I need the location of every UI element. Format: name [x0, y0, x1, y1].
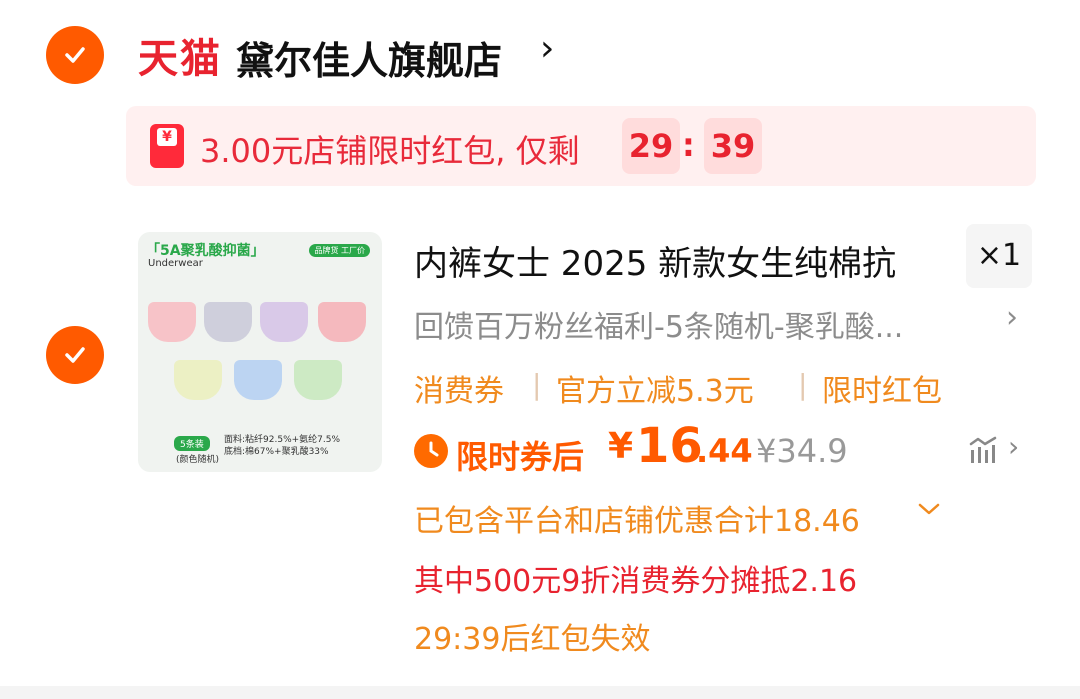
price-currency: ¥ — [608, 426, 634, 467]
product-image[interactable]: 「5A聚乳酸抑菌」 Underwear 品牌货 工厂价 5条装 (颜色随机) 面… — [138, 232, 382, 472]
fabric-info: 面料:粘纤92.5%+氨纶7.5% 底档:棉67%+聚乳酸33% — [224, 435, 341, 457]
coupon-tag: 官方立减5.3元 — [556, 374, 754, 409]
tmall-logo: 天猫 — [138, 36, 222, 82]
price-decimal: .44 — [696, 432, 753, 470]
price-integer: 16 — [636, 418, 703, 474]
original-price: ¥34.9 — [756, 432, 848, 470]
chevron-down-icon[interactable] — [916, 500, 942, 518]
image-subtitle: Underwear — [148, 258, 203, 269]
expire-text: 29:39后红包失效 — [414, 622, 651, 657]
image-tag: 「5A聚乳酸抑菌」 — [146, 243, 265, 259]
coupon-divider: | — [532, 368, 542, 401]
quantity-selector[interactable]: ×1 — [966, 224, 1032, 288]
checkmark-icon — [65, 347, 85, 363]
sku-selector[interactable]: 回馈百万粉丝福利-5条随机-聚乳酸... — [414, 302, 903, 346]
coupon-tag: 消费券 — [414, 374, 504, 409]
chevron-right-icon[interactable]: › — [540, 28, 554, 69]
store-select-checkbox[interactable] — [46, 26, 104, 84]
pack-badge: 5条装 — [174, 436, 210, 451]
section-divider — [0, 686, 1080, 699]
checkmark-icon — [65, 47, 85, 63]
image-badge: 品牌货 工厂价 — [309, 244, 370, 257]
briefs-yellow — [174, 360, 222, 400]
chevron-right-icon[interactable]: › — [1006, 300, 1018, 335]
briefs-green — [294, 360, 342, 400]
briefs-pink — [148, 302, 196, 342]
chevron-right-icon[interactable]: › — [1008, 430, 1019, 463]
price-trend-icon[interactable] — [968, 436, 998, 466]
briefs-gray — [204, 302, 252, 342]
red-envelope-icon: ¥ — [150, 124, 184, 168]
briefs-blue — [234, 360, 282, 400]
discount-summary[interactable]: 已包含平台和店铺优惠合计18.46 — [414, 496, 860, 540]
store-name-link[interactable]: 黛尔佳人旗舰店 — [236, 30, 502, 85]
promo-text: 3.00元店铺限时红包, 仅剩 — [200, 132, 580, 170]
countdown-separator: : — [682, 126, 695, 164]
price-label: 限时券后 — [456, 438, 585, 476]
product-select-checkbox[interactable] — [46, 326, 104, 384]
product-title[interactable]: 内裤女士 2025 新款女生纯棉抗 — [414, 236, 896, 285]
countdown-seconds: 39 — [704, 118, 762, 174]
coupon-divider: | — [798, 368, 808, 401]
countdown-minutes: 29 — [622, 118, 680, 174]
coupon-split-text: 其中500元9折消费券分摊抵2.16 — [414, 564, 858, 599]
coupon-tag: 限时红包 — [822, 374, 942, 409]
clock-icon — [414, 434, 448, 468]
pack-note: (颜色随机) — [176, 455, 220, 465]
briefs-rose — [318, 302, 366, 342]
briefs-lavender — [260, 302, 308, 342]
